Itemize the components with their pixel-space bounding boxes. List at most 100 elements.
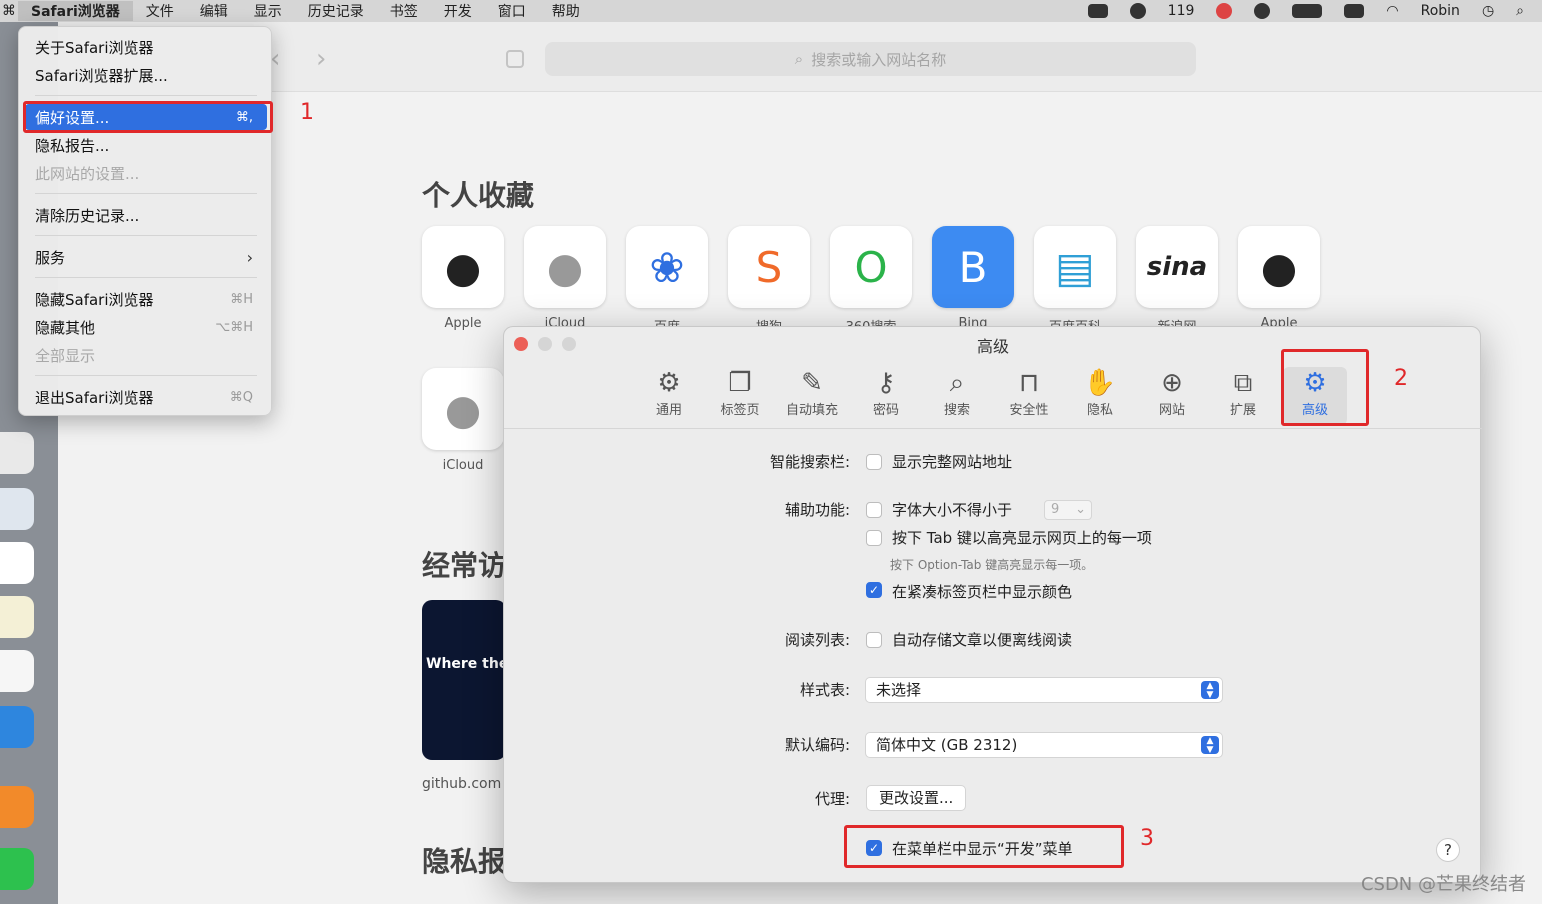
menu-item-label: 退出Safari浏览器 [35, 388, 154, 407]
menu-item-quit[interactable]: 退出Safari浏览器 ⌘Q [25, 384, 267, 410]
tab-search[interactable]: ⌕ 搜索 [925, 367, 989, 425]
compact-color-label[interactable]: 在紧凑标签页栏中显示颜色 [892, 581, 1072, 602]
favorite-sogou[interactable]: S 搜狗 [728, 226, 810, 335]
tab-tabs[interactable]: ❐ 标签页 [708, 367, 772, 425]
notes-icon[interactable] [0, 596, 34, 638]
apple-logo-icon: ● [524, 226, 606, 308]
calendar-icon[interactable] [0, 542, 34, 584]
save-offline-label[interactable]: 自动存储文章以便离线阅读 [892, 629, 1072, 650]
search-icon[interactable]: ⌕ [1516, 3, 1524, 19]
tab-security[interactable]: ⊓ 安全性 [997, 367, 1061, 425]
tab-extensions[interactable]: ⧉ 扩展 [1211, 367, 1275, 425]
menu-edit[interactable]: 编辑 [187, 1, 241, 21]
tab-label: 隐私 [1086, 403, 1113, 418]
menu-item-hide-others[interactable]: 隐藏其他 ⌥⌘H [25, 314, 267, 340]
stylesheet-value: 未选择 [876, 681, 922, 699]
app-status-icon[interactable] [1216, 3, 1233, 19]
min-font-label[interactable]: 字体大小不得小于 [892, 499, 1012, 520]
apple-logo-icon[interactable]: ⌘ [0, 3, 18, 19]
clock-icon[interactable]: ◷ [1482, 3, 1494, 19]
notification-count[interactable]: 119 [1168, 3, 1195, 19]
proxy-label: 代理: [814, 790, 850, 808]
key-icon: ⚷ [876, 368, 896, 398]
stylesheet-select[interactable]: 未选择 ▲ ▼ [865, 677, 1223, 703]
favorite-icloud[interactable]: ● iCloud [524, 226, 606, 331]
status-app-icon[interactable] [1087, 4, 1108, 18]
encoding-label: 默认编码: [784, 736, 850, 754]
tab-label: 搜索 [943, 403, 970, 418]
help-button[interactable]: ? [1436, 838, 1460, 862]
wifi-icon[interactable]: ◠ [1386, 3, 1398, 19]
tab-passwords[interactable]: ⚷ 密码 [854, 367, 918, 425]
menu-window[interactable]: 窗口 [485, 1, 539, 21]
favorite-icloud-2[interactable]: ● iCloud [422, 368, 504, 473]
tab-autofill[interactable]: ✎ 自动填充 [780, 367, 844, 425]
sidebar-toggle-icon[interactable] [506, 50, 524, 68]
menu-item-about[interactable]: 关于Safari浏览器 [25, 34, 267, 60]
privacy-title: 隐私报 [422, 845, 507, 878]
preview-icon[interactable] [0, 488, 34, 530]
stylesheet-label: 样式表: [799, 681, 850, 699]
menu-help[interactable]: 帮助 [539, 1, 593, 21]
tab-highlight-hint: 按下 Option-Tab 键高亮显示每一项。 [890, 558, 1094, 572]
favorite-sina[interactable]: sina 新浪网 [1136, 226, 1218, 335]
favorite-apple-2[interactable]: ● Apple [1238, 226, 1320, 331]
menu-item-services[interactable]: 服务 › [25, 244, 267, 270]
baidu-status-icon[interactable] [1344, 4, 1365, 18]
wechat-icon[interactable] [0, 848, 34, 890]
search-icon: ⌕ [949, 368, 965, 398]
battery-icon[interactable] [1292, 4, 1323, 18]
menu-item-extensions[interactable]: Safari浏览器扩展... [25, 62, 267, 88]
qq-status-icon[interactable] [1254, 3, 1271, 19]
favorite-baidu[interactable]: ❀ 百度 [626, 226, 708, 335]
menu-separator [35, 277, 257, 278]
tab-privacy[interactable]: ✋ 隐私 [1068, 367, 1132, 425]
user-name[interactable]: Robin [1421, 3, 1460, 19]
tab-general[interactable]: ⚙ 通用 [637, 367, 701, 425]
address-bar[interactable]: ⌕ 搜索或输入网站名称 [545, 42, 1196, 76]
tab-label: 网站 [1158, 403, 1185, 418]
show-full-address-checkbox[interactable] [866, 454, 882, 470]
favorite-bing[interactable]: B Bing [932, 226, 1014, 331]
menu-shortcut: ⌥⌘H [215, 319, 253, 335]
menu-item-label: 清除历史记录... [35, 206, 140, 225]
menu-bar: ⌘ Safari浏览器 文件 编辑 显示 历史记录 书签 开发 窗口 帮助 11… [0, 0, 1542, 22]
favorite-label: Apple [444, 316, 482, 331]
menu-item-clear-history[interactable]: 清除历史记录... [25, 202, 267, 228]
menu-item-privacy-report[interactable]: 隐私报告... [25, 132, 267, 158]
frequent-card-github[interactable]: Where the builds soft [422, 600, 506, 760]
weibo-icon[interactable] [0, 786, 34, 828]
compact-color-checkbox[interactable]: ✓ [866, 582, 882, 598]
encoding-select[interactable]: 简体中文 (GB 2312) ▲ ▼ [865, 732, 1223, 758]
min-font-checkbox[interactable] [866, 502, 882, 518]
menu-separator [35, 95, 257, 96]
menu-safari[interactable]: Safari浏览器 [18, 1, 133, 21]
menu-history[interactable]: 历史记录 [295, 1, 377, 21]
search-icon: ⌕ [794, 50, 804, 68]
step-number-2: 2 [1394, 366, 1408, 391]
keynote-icon[interactable] [0, 706, 34, 748]
favorite-apple[interactable]: ● Apple [422, 226, 504, 331]
chrome-icon[interactable] [0, 432, 34, 474]
menu-file[interactable]: 文件 [133, 1, 187, 21]
reminders-icon[interactable] [0, 650, 34, 692]
menu-view[interactable]: 显示 [241, 1, 295, 21]
tab-highlight-label[interactable]: 按下 Tab 键以高亮显示网页上的每一项 [892, 527, 1152, 548]
favorite-360[interactable]: O 360搜索 [830, 226, 912, 335]
show-full-address-label[interactable]: 显示完整网站地址 [892, 451, 1012, 472]
forward-icon[interactable]: › [316, 44, 326, 74]
menu-bookmarks[interactable]: 书签 [377, 1, 431, 21]
tabs-icon: ❐ [728, 368, 752, 398]
bing-icon: B [932, 226, 1014, 308]
save-offline-checkbox[interactable] [866, 632, 882, 648]
favorite-baike[interactable]: ▤ 百度百科 [1034, 226, 1116, 335]
tab-websites[interactable]: ⊕ 网站 [1140, 367, 1204, 425]
menu-develop[interactable]: 开发 [431, 1, 485, 21]
tab-highlight-checkbox[interactable] [866, 530, 882, 546]
safari-app-menu: 关于Safari浏览器 Safari浏览器扩展... 偏好设置... ⌘, 隐私报… [18, 26, 272, 416]
menu-separator [35, 193, 257, 194]
change-proxy-button[interactable]: 更改设置... [866, 785, 967, 811]
menu-item-hide-safari[interactable]: 隐藏Safari浏览器 ⌘H [25, 286, 267, 312]
wechat-status-icon[interactable] [1129, 3, 1146, 19]
menu-item-site-settings: 此网站的设置... [25, 160, 267, 186]
